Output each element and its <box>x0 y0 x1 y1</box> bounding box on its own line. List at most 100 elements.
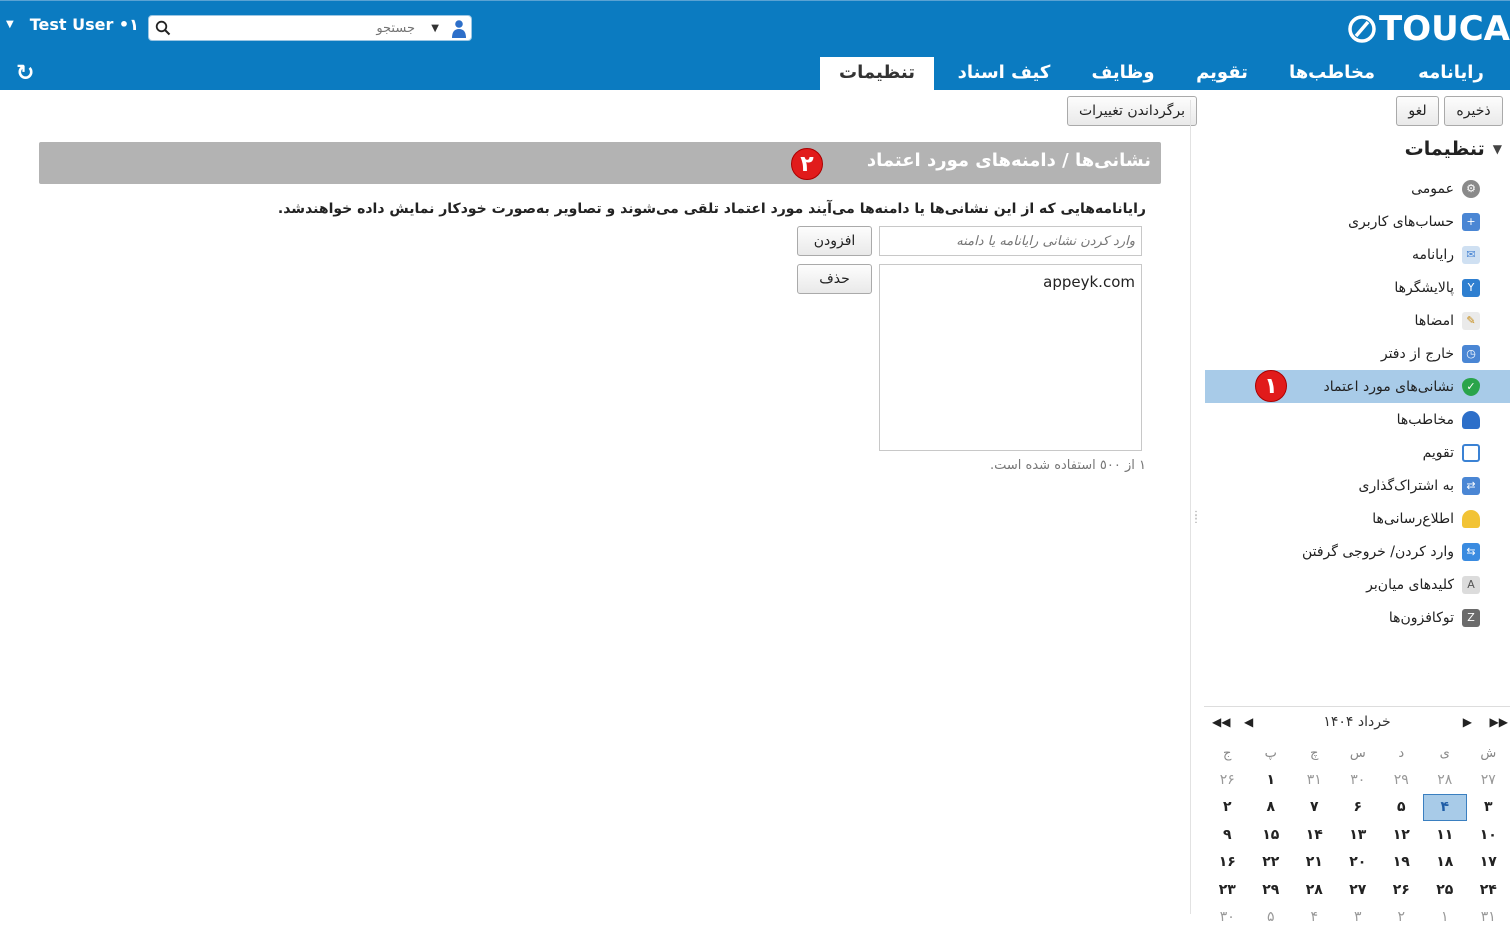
calendar-day[interactable]: ۱۲ <box>1380 821 1424 849</box>
sidebar-item-signatures[interactable]: ✎ امضاها <box>1203 304 1510 337</box>
settings-tree-header[interactable]: ▼ تنظیمات <box>1405 138 1502 160</box>
refresh-icon[interactable]: ↻ <box>16 61 34 86</box>
sidebar-item-label: خارج از دفتر <box>1381 346 1454 362</box>
calendar-day[interactable]: ۱۶ <box>1206 849 1250 877</box>
calendar-day[interactable]: ۱۹ <box>1380 849 1424 877</box>
sidebar-item-import-export[interactable]: ⇆ وارد کردن/ خروجی گرفتن <box>1203 535 1510 568</box>
sidebar-item-label: رایانامه <box>1412 247 1454 263</box>
calendar-day[interactable]: ۵ <box>1249 904 1293 931</box>
sidebar-item-label: پالایشگرها <box>1394 280 1454 296</box>
calendar-day[interactable]: ۲۸ <box>1293 876 1337 904</box>
next-month-icon[interactable]: ▶ <box>1463 715 1472 729</box>
calendar-day[interactable]: ۳۱ <box>1293 766 1337 794</box>
calendar-day[interactable]: ۸ <box>1249 794 1293 822</box>
calendar-weekday: س <box>1336 740 1380 766</box>
calendar-day[interactable]: ۷ <box>1293 794 1337 822</box>
tab-contacts[interactable]: مخاطب‌ها <box>1272 57 1392 91</box>
sidebar-item-label: کلیدهای میان‌بر <box>1366 577 1454 593</box>
calendar-day[interactable]: ۱ <box>1249 766 1293 794</box>
sidebar-item-general[interactable]: ⚙ عمومی <box>1203 172 1510 205</box>
calendar-day[interactable]: ۲۰ <box>1336 849 1380 877</box>
calendar-day[interactable]: ۲۶ <box>1206 766 1250 794</box>
bell-icon <box>1462 510 1480 528</box>
tab-mail[interactable]: رایانامه <box>1392 57 1510 91</box>
calendar-day[interactable]: ۱۰ <box>1467 821 1510 849</box>
revert-changes-button[interactable]: برگرداندن تغییرات <box>1067 96 1197 126</box>
settings-sidebar: ⚙ عمومی + حساب‌های کاربری ✉ رایانامه Y پ… <box>1203 172 1510 634</box>
calendar-day[interactable]: ۱ <box>1423 904 1467 931</box>
calendar-day[interactable]: ۲۳ <box>1206 876 1250 904</box>
contact-search-icon[interactable] <box>451 19 467 43</box>
calendar-day[interactable]: ۲۷ <box>1467 766 1510 794</box>
calendar-day[interactable]: ۳۰ <box>1336 766 1380 794</box>
calendar-day[interactable]: ۳ <box>1336 904 1380 931</box>
delete-button[interactable]: حذف <box>797 264 872 294</box>
search-icon[interactable] <box>155 20 171 40</box>
sidebar-item-calendar[interactable]: تقویم <box>1203 436 1510 469</box>
sidebar-item-shortcuts[interactable]: A کلیدهای میان‌بر <box>1203 568 1510 601</box>
calendar-day[interactable]: ۲۱ <box>1293 849 1337 877</box>
calendar-day[interactable]: ۲۸ <box>1423 766 1467 794</box>
tab-calendar[interactable]: تقویم <box>1172 57 1272 91</box>
tab-tasks[interactable]: وظایف <box>1074 57 1172 91</box>
search-type-dropdown-icon[interactable]: ▼ <box>431 23 439 34</box>
sidebar-item-label: حساب‌های کاربری <box>1348 214 1454 230</box>
sidebar-item-accounts[interactable]: + حساب‌های کاربری <box>1203 205 1510 238</box>
sidebar-item-zimlets[interactable]: Z توکافزون‌ها <box>1203 601 1510 634</box>
calendar-day[interactable]: ۲۹ <box>1249 876 1293 904</box>
calendar-day[interactable]: ۲۹ <box>1380 766 1424 794</box>
trusted-shield-icon: ✓ <box>1462 378 1480 396</box>
calendar-day[interactable]: ۵ <box>1380 794 1424 822</box>
calendar-day[interactable]: ۲ <box>1206 794 1250 822</box>
calendar-day[interactable]: ۴ <box>1293 904 1337 931</box>
calendar-day[interactable]: ۱۵ <box>1249 821 1293 849</box>
sidebar-item-label: مخاطب‌ها <box>1397 412 1454 428</box>
save-button[interactable]: ذخیره <box>1444 96 1503 126</box>
calendar-day[interactable]: ۲۷ <box>1336 876 1380 904</box>
calendar-day[interactable]: ۳۰ <box>1206 904 1250 931</box>
calendar-day[interactable]: ۱۷ <box>1467 849 1510 877</box>
sidebar-item-mail[interactable]: ✉ رایانامه <box>1203 238 1510 271</box>
calendar-day[interactable]: ۳۱ <box>1467 904 1510 931</box>
sidebar-item-filters[interactable]: Y پالایشگرها <box>1203 271 1510 304</box>
tab-settings[interactable]: تنظیمات <box>820 57 934 91</box>
resize-grip-icon[interactable]: ⋮⋮ <box>1191 514 1201 522</box>
trusted-address-input[interactable] <box>879 226 1142 256</box>
sidebar-item-label: توکافزون‌ها <box>1389 610 1454 626</box>
tab-briefcase[interactable]: کیف اسناد <box>934 57 1074 91</box>
calendar-day[interactable]: ۲۶ <box>1380 876 1424 904</box>
logo-icon <box>1347 14 1377 44</box>
calendar-day[interactable]: ۶ <box>1336 794 1380 822</box>
sidebar-item-notifications[interactable]: اطلاع‌رسانی‌ها <box>1203 502 1510 535</box>
sidebar-item-label: اطلاع‌رسانی‌ها <box>1372 511 1454 527</box>
calendar-day[interactable]: ۱۴ <box>1293 821 1337 849</box>
list-item[interactable]: appeyk.com <box>1043 273 1135 291</box>
calendar-day[interactable]: ۹ <box>1206 821 1250 849</box>
sidebar-item-contacts[interactable]: مخاطب‌ها <box>1203 403 1510 436</box>
add-button[interactable]: افزودن <box>797 226 872 256</box>
sidebar-item-sharing[interactable]: ⇄ به اشتراک‌گذاری <box>1203 469 1510 502</box>
trusted-address-list[interactable]: appeyk.com <box>879 264 1142 451</box>
app-logo[interactable]: TOUCA <box>1347 9 1510 49</box>
calendar-weekday: ش <box>1467 740 1510 766</box>
calendar-day[interactable]: ۱۳ <box>1336 821 1380 849</box>
calendar-day[interactable]: ۱۱ <box>1423 821 1467 849</box>
chevron-down-icon[interactable]: ▼ <box>6 19 14 30</box>
calendar-day[interactable]: ۳ <box>1467 794 1510 822</box>
calendar-day[interactable]: ۲ <box>1380 904 1424 931</box>
calendar-day[interactable]: ۲۲ <box>1249 849 1293 877</box>
sidebar-item-trusted-addresses[interactable]: ✓ نشانی‌های مورد اعتماد ١ <box>1205 370 1510 403</box>
next-year-icon[interactable]: ▶▶ <box>1490 715 1508 729</box>
calendar-day[interactable]: ۲۴ <box>1467 876 1510 904</box>
calendar-day-today[interactable]: ۴ <box>1423 794 1467 822</box>
cancel-button[interactable]: لغو <box>1396 96 1439 126</box>
sidebar-item-out-of-office[interactable]: ◷ خارج از دفتر <box>1203 337 1510 370</box>
search-input[interactable] <box>179 19 415 38</box>
sidebar-item-label: به اشتراک‌گذاری <box>1359 478 1454 494</box>
collapse-triangle-icon[interactable]: ▼ <box>1493 142 1502 156</box>
import-export-icon: ⇆ <box>1462 543 1480 561</box>
calendar-day[interactable]: ۲۵ <box>1423 876 1467 904</box>
sidebar-item-label: تقویم <box>1423 445 1454 461</box>
user-menu[interactable]: ▼ Test User •١ <box>6 15 139 34</box>
calendar-day[interactable]: ۱۸ <box>1423 849 1467 877</box>
